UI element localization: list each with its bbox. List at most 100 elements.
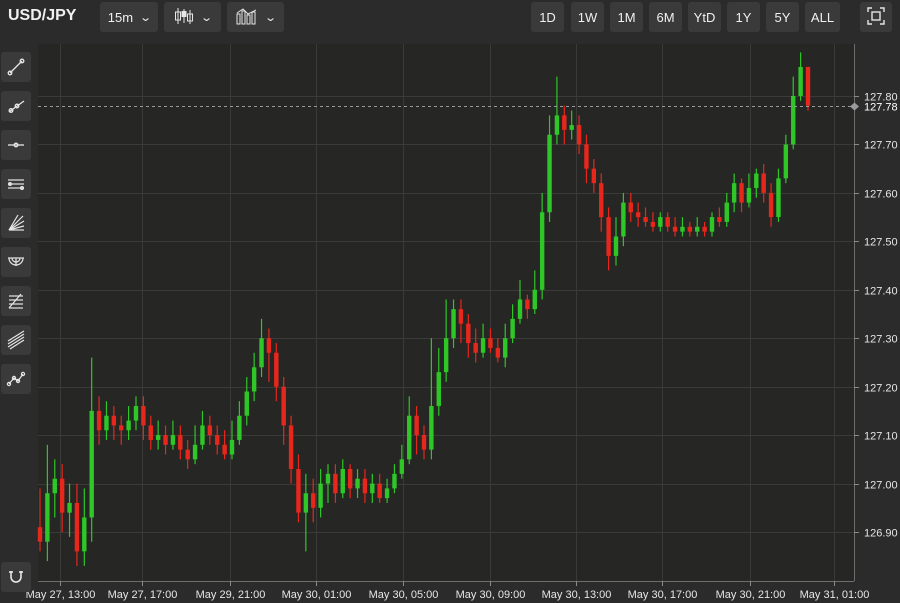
- candle-body: [133, 406, 139, 421]
- candle-body: [96, 410, 102, 431]
- candle-body: [392, 473, 397, 489]
- candle-body: [702, 226, 707, 232]
- candle-body: [525, 299, 530, 310]
- candle-body: [141, 406, 146, 426]
- candle-body: [311, 493, 316, 508]
- candle-body: [613, 236, 619, 256]
- y-tick-label: 127.50: [864, 237, 898, 249]
- candle-body: [687, 226, 693, 232]
- last-price-label: 127.78: [864, 102, 898, 114]
- range-button-ytd[interactable]: YtD: [688, 2, 721, 32]
- candle-body: [599, 183, 604, 218]
- x-tick-label: May 27, 13:00: [26, 589, 96, 601]
- magnet-tool[interactable]: [1, 562, 31, 592]
- candle-body: [325, 473, 331, 484]
- range-button-1w[interactable]: 1W: [571, 2, 604, 32]
- fibonacci-icon: [8, 293, 23, 309]
- candle-body: [347, 469, 353, 489]
- candle-body: [318, 483, 323, 508]
- parallel-channel-icon: [7, 179, 25, 191]
- fan-icon: [8, 214, 25, 231]
- range-button-all[interactable]: ALL: [805, 2, 840, 32]
- pitchfork-tool[interactable]: [1, 325, 31, 355]
- candle-body: [178, 435, 183, 450]
- candle-body: [119, 425, 124, 431]
- candle-body: [495, 347, 501, 358]
- candle-body: [215, 435, 220, 445]
- candle-body: [635, 212, 641, 218]
- candle-body: [104, 415, 109, 431]
- ray-tool[interactable]: [1, 91, 31, 121]
- y-tick-label: 127.20: [864, 383, 898, 395]
- interval-dropdown[interactable]: 15m ⌄: [100, 2, 158, 32]
- arc-icon: [8, 257, 24, 266]
- candle-body: [370, 483, 375, 494]
- indicators-icon: [236, 7, 258, 28]
- candle-body: [451, 309, 456, 339]
- parallel-channel-tool[interactable]: [1, 169, 31, 199]
- candle-body: [222, 444, 227, 455]
- candle-body: [643, 217, 648, 222]
- candle-body: [170, 435, 176, 445]
- candle-body: [754, 173, 759, 189]
- path-icon: [6, 371, 26, 387]
- horizontal-line-tool[interactable]: [1, 130, 31, 160]
- candle-body: [621, 202, 626, 237]
- fibonacci-tool[interactable]: [1, 286, 31, 316]
- candle-body: [281, 386, 286, 426]
- pitchfork-icon: [7, 330, 25, 350]
- range-button-1y[interactable]: 1Y: [727, 2, 760, 32]
- candle-body: [45, 493, 50, 542]
- candle-body: [443, 338, 449, 373]
- chevron-down-icon: ⌄: [200, 11, 213, 24]
- trend-line-icon: [7, 58, 25, 76]
- candle-body: [776, 178, 781, 218]
- candle-body: [89, 410, 94, 518]
- range-button-6m[interactable]: 6M: [649, 2, 682, 32]
- drawing-tools-sidebar: [0, 44, 34, 603]
- candle-body: [791, 96, 796, 145]
- x-tick-label: May 30, 01:00: [282, 589, 352, 601]
- y-tick-label: 127.00: [864, 480, 898, 492]
- candle-body: [429, 406, 434, 450]
- chart-type-dropdown[interactable]: ⌄: [164, 2, 221, 32]
- candle-body: [200, 425, 205, 445]
- range-button-1m[interactable]: 1M: [610, 2, 643, 32]
- candle-body: [362, 478, 368, 494]
- fan-tool[interactable]: [1, 208, 31, 238]
- indicators-dropdown[interactable]: ⌄: [227, 2, 284, 32]
- y-tick-label: 126.90: [864, 528, 898, 540]
- x-tick-label: May 27, 17:00: [108, 589, 178, 601]
- candle-body: [628, 202, 633, 213]
- y-tick-label: 127.40: [864, 286, 898, 298]
- candle-body: [155, 435, 161, 440]
- candle-body: [695, 226, 700, 232]
- candle-body: [111, 415, 117, 426]
- range-button-5y[interactable]: 5Y: [766, 2, 799, 32]
- candle-body: [266, 338, 272, 353]
- candle-body: [665, 217, 670, 227]
- x-tick-label: May 30, 21:00: [716, 589, 786, 601]
- candle-body: [768, 192, 774, 218]
- ray-icon: [8, 100, 25, 113]
- candle-body: [259, 338, 264, 368]
- candle-body: [547, 134, 552, 213]
- path-tool[interactable]: [1, 364, 31, 394]
- candle-body: [709, 217, 715, 232]
- candle-body: [554, 115, 560, 135]
- candle-body: [798, 66, 803, 96]
- x-tick-label: May 30, 09:00: [456, 589, 526, 601]
- candle-body: [591, 168, 597, 184]
- candle-body: [503, 338, 508, 358]
- candle-body: [761, 173, 766, 193]
- trend-line-tool[interactable]: [1, 52, 31, 82]
- candle-body: [436, 372, 441, 407]
- fullscreen-icon: [867, 6, 885, 28]
- candle-body: [739, 183, 744, 203]
- range-button-1d[interactable]: 1D: [531, 2, 564, 32]
- fullscreen-button[interactable]: [860, 2, 892, 32]
- candle-body: [163, 435, 168, 445]
- price-chart[interactable]: 127.80127.70127.60127.50127.40127.30127.…: [0, 0, 900, 603]
- arc-tool[interactable]: [1, 247, 31, 277]
- candle-body: [473, 343, 478, 353]
